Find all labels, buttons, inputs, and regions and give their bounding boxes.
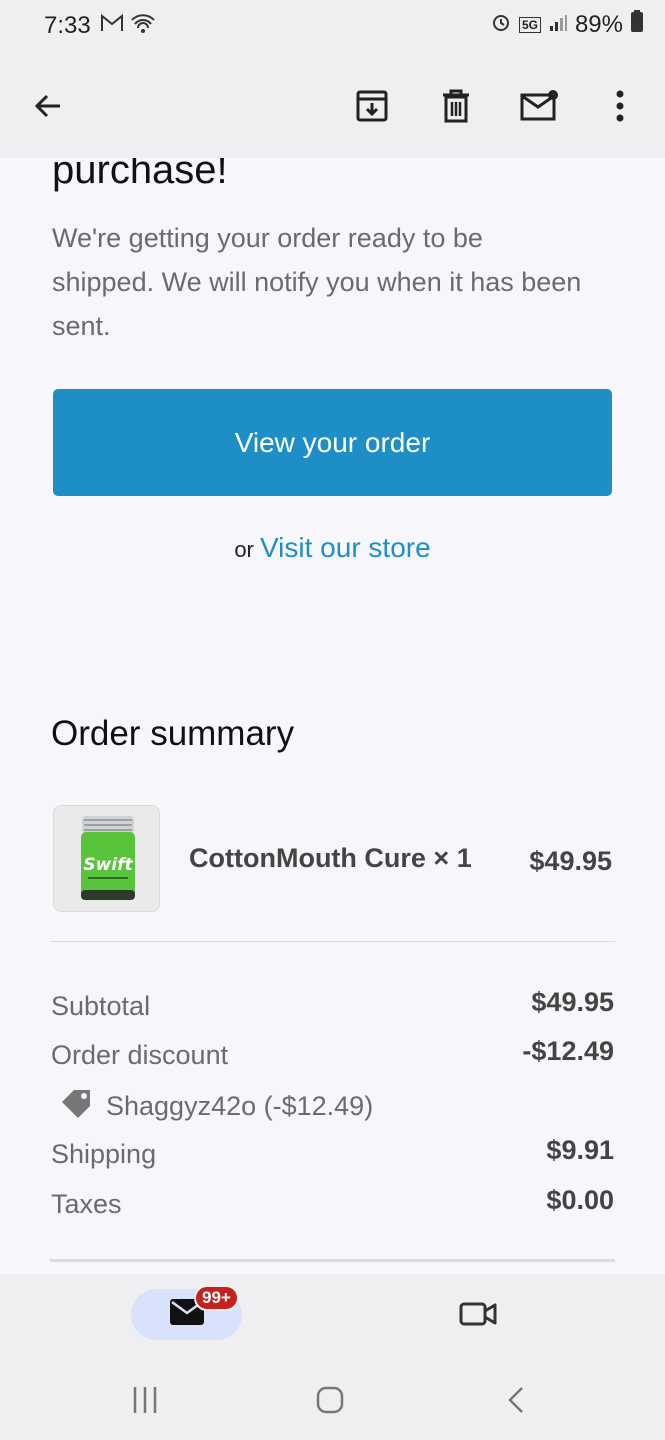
view-order-button[interactable]: View your order: [53, 389, 612, 496]
taxes-row: Taxes $0.00: [51, 1185, 614, 1220]
discount-code: Shaggyz42o (-$12.49): [106, 1091, 374, 1121]
recents-icon[interactable]: [125, 1382, 165, 1418]
status-time: 7:33: [44, 12, 91, 39]
email-toolbar: [0, 54, 665, 158]
subtotal-value: $49.95: [531, 987, 614, 1017]
order-summary-title: Order summary: [51, 714, 295, 753]
product-image: Swift: [53, 805, 160, 912]
email-body: purchase! We're getting your order ready…: [0, 158, 665, 1274]
video-icon[interactable]: [455, 1294, 501, 1334]
wifi-icon: [130, 12, 156, 39]
status-left-icons: [100, 12, 156, 39]
gmail-icon: [100, 13, 124, 38]
unread-badge: 99+: [194, 1285, 239, 1311]
subtotal-label: Subtotal: [51, 991, 151, 1021]
more-vert-icon[interactable]: [594, 80, 646, 132]
delete-icon[interactable]: [430, 80, 482, 132]
alarm-icon: [491, 11, 511, 39]
tag-icon: [60, 1088, 94, 1125]
product-price: $49.95: [529, 846, 612, 876]
back-icon[interactable]: [497, 1382, 537, 1418]
mark-unread-icon[interactable]: [514, 80, 566, 132]
svg-text:Swift: Swift: [83, 855, 133, 875]
taxes-label: Taxes: [51, 1189, 122, 1219]
email-heading: purchase!: [52, 158, 228, 192]
back-arrow-icon[interactable]: [22, 80, 74, 132]
discount-code-line: Shaggyz42o (-$12.49): [60, 1088, 373, 1125]
visit-store-link[interactable]: Visit our store: [260, 532, 431, 563]
divider: [50, 941, 615, 942]
divider: [50, 1259, 615, 1262]
network-type: 5G: [518, 16, 541, 33]
bottom-navigation: 99+: [0, 1274, 665, 1370]
shipping-row: Shipping $9.91: [51, 1135, 614, 1170]
shipping-label: Shipping: [51, 1139, 157, 1169]
product-name: CottonMouth Cure × 1: [189, 843, 472, 873]
or-text: or: [234, 537, 254, 562]
home-icon[interactable]: [310, 1382, 350, 1418]
status-right-icons: 5G 89%: [491, 10, 643, 39]
discount-label: Order discount: [51, 1040, 229, 1070]
intro-text: We're getting your order ready to be shi…: [52, 223, 582, 341]
discount-value: -$12.49: [522, 1036, 614, 1066]
discount-row: Order discount -$12.49: [51, 1036, 614, 1071]
signal-icon: [549, 11, 567, 39]
battery-percent: 89%: [574, 10, 623, 38]
visit-store-line: or Visit our store: [0, 532, 665, 564]
battery-icon: [631, 10, 643, 39]
shipping-value: $9.91: [546, 1135, 614, 1165]
taxes-value: $0.00: [546, 1185, 614, 1215]
subtotal-row: Subtotal $49.95: [51, 987, 614, 1022]
archive-icon[interactable]: [346, 80, 398, 132]
status-bar: 7:33 5G 89%: [0, 0, 665, 54]
system-navigation: [0, 1370, 665, 1440]
